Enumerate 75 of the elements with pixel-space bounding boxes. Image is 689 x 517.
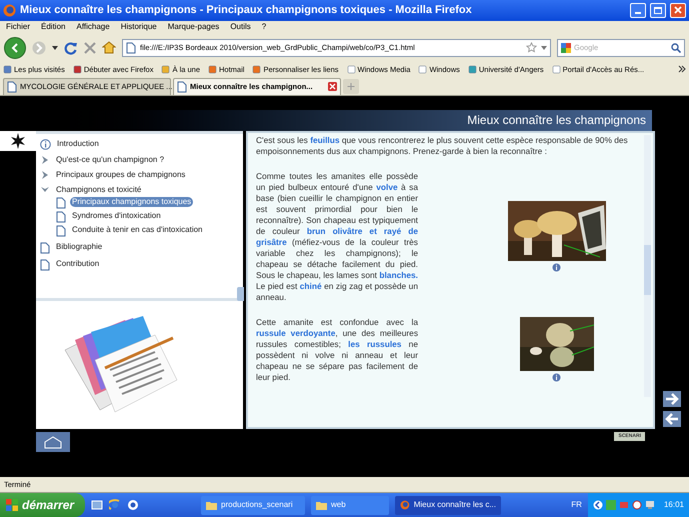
body-paragraph: Comme toutes les amanites elle possède un pied bulbeux entouré d'une volve à sa base (bien cueillir le champignon en entier est souvent primordial pour bien le reconnaître). Son chapeau est typiquement de couleur brun olivâtre et rayé de grisâtre (méfiez-vous de la couleur très variable chez les champignons); le chapeau se détache facilement du pied. Sous le chapeau, les lames sont blanches. Le pied est chiné en zig zag et possède un anneau. [256,170,418,303]
close-icon[interactable] [328,82,337,92]
page-icon [7,80,17,93]
reload-icon[interactable] [64,40,78,55]
bookmark-icon [418,64,428,74]
bookmark-icon [161,64,170,74]
toc-link[interactable]: Bibliographie [54,242,104,252]
arrow-left-icon[interactable] [663,410,681,427]
toc-link[interactable]: Syndromes d'intoxication [70,210,163,221]
toc-link[interactable]: Qu'est-ce qu'un champignon ? [54,154,166,165]
chevron-icon[interactable] [678,65,686,74]
taskbar-button[interactable]: web [311,496,389,514]
bookmark-icon [468,64,477,74]
info-icon[interactable] [552,263,561,272]
menu-item[interactable]: Affichage [76,21,110,34]
google-icon [561,42,571,53]
toc-link[interactable]: Introduction [55,138,101,149]
home-icon[interactable] [36,432,70,452]
bookmark-icon [346,64,356,74]
page-icon [56,224,66,237]
bookmark-icon [72,64,82,74]
bookmark-icon [252,64,262,74]
start-button[interactable]: démarrer [0,493,85,517]
bookmark-icon [552,64,561,74]
info-icon [40,138,51,150]
page-title: Mieux connaître les champignons [467,112,646,130]
firefox-icon [400,500,410,510]
page-icon [56,210,66,223]
bookmark-icon [208,64,218,74]
minimize-button[interactable] [630,2,646,18]
arrow-right-icon[interactable] [663,390,681,407]
taskbar-button[interactable]: Mieux connaître les c... [395,496,501,514]
tray-icon[interactable] [592,500,603,510]
bookmark-icon [3,64,12,74]
page-icon [126,42,136,54]
taskbar-button[interactable]: productions_scenari [201,496,305,514]
menu-item[interactable]: Édition [41,21,66,34]
page-icon [177,80,187,93]
folder-icon [206,500,217,510]
menu-item[interactable]: ? [262,21,266,34]
toc-link[interactable]: Conduite à tenir en cas d'intoxication [70,224,204,235]
toc-link[interactable]: Principaux groupes de champignons [54,170,188,180]
star-logo-icon [10,132,26,149]
firefox-icon [3,4,16,17]
menu-item[interactable]: Marque-pages [168,21,220,34]
toc-link[interactable]: Champignons et toxicité [54,184,144,195]
dropdown-icon[interactable] [541,46,547,50]
page-icon [40,242,50,254]
arrow-left-icon [10,42,20,53]
star-icon[interactable] [526,42,537,54]
dropdown-icon[interactable] [52,46,58,50]
clock: 16:01 [664,499,684,511]
tray-icon[interactable] [632,500,642,510]
quick-launch-icon[interactable] [127,499,139,511]
menu-item[interactable]: Fichier [6,21,30,34]
maximize-button[interactable] [650,2,666,18]
scrollbar[interactable] [644,134,651,397]
language-indicator: FR [571,499,582,511]
back-button[interactable] [4,36,26,59]
quick-launch-icon[interactable] [109,499,121,511]
windows-logo-icon [6,499,18,511]
close-button[interactable] [670,2,686,18]
page-icon [56,196,66,209]
info-icon[interactable] [552,373,561,382]
body-paragraph: Cette amanite est confondue avec la russule verdoyante, une des meilleures russules comestibles; les russules ne possèdent ni volve ni anneau et leur chapeau ne se sépare pas facilement de leur pied. [256,316,418,383]
close-icon [674,6,682,14]
search-icon[interactable] [671,42,681,53]
window-title: Mieux connaître les champignons - Principaux champignons toxiques - Mozilla Firefox [20,3,473,18]
page-icon [40,258,50,271]
toc-link[interactable]: Contribution [54,258,102,269]
menu-item[interactable]: Historique [120,21,157,34]
intro-paragraph: C'est sous les feuillus que vous rencontrerez le plus souvent cette espèce responsable de 90% des empoisonnements dus aux champignons. Prenez-garde à bien la reconnaître : [256,134,629,157]
menu-item[interactable]: Outils [230,21,251,34]
folder-icon [316,500,327,510]
toc-link[interactable]: Principaux champignons toxiques [70,196,194,207]
